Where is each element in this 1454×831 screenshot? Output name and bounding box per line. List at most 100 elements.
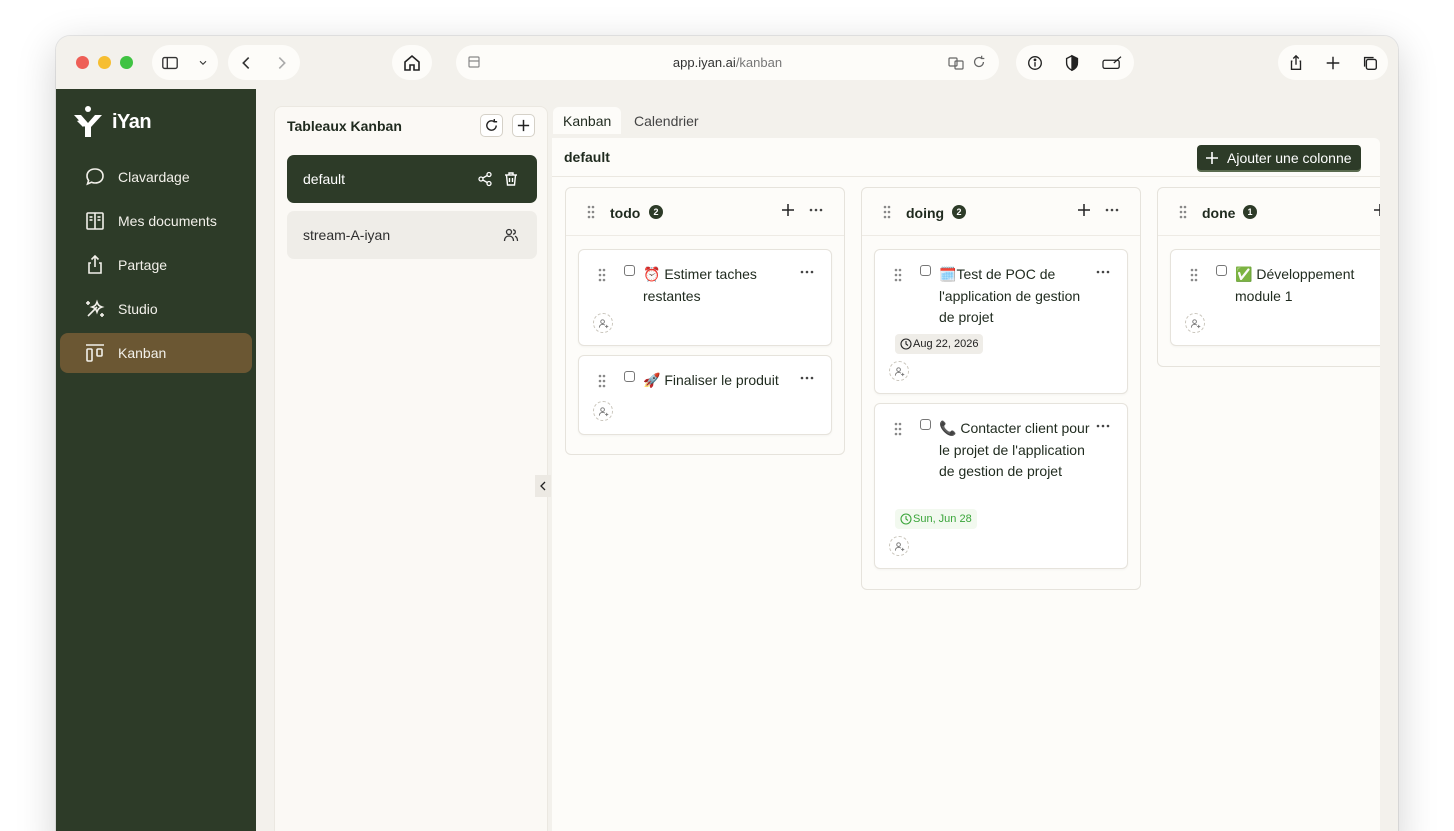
column-count-badge: 2	[952, 205, 966, 219]
keyboard-pen-icon[interactable]	[1100, 54, 1124, 72]
drag-handle-icon[interactable]	[893, 267, 903, 283]
add-user-icon	[894, 366, 904, 376]
share-nodes-icon[interactable]	[477, 171, 493, 187]
back-arrow-icon[interactable]	[237, 54, 255, 72]
sidebar-item-partage[interactable]: Partage	[60, 245, 252, 285]
card-checkbox[interactable]	[920, 265, 931, 276]
column-title: todo	[610, 205, 641, 221]
column-count-badge: 2	[649, 205, 663, 219]
add-card-icon[interactable]	[780, 202, 796, 218]
app-logo[interactable]: iYan	[72, 105, 152, 139]
drag-handle-icon[interactable]	[882, 204, 892, 220]
more-options-icon[interactable]	[1104, 202, 1120, 218]
chevron-left-icon[interactable]	[535, 475, 551, 497]
drag-handle-icon[interactable]	[893, 421, 903, 437]
add-board-button[interactable]	[512, 114, 535, 137]
url-text: app.iyan.ai/kanban	[672, 55, 783, 70]
add-card-icon[interactable]	[1372, 202, 1380, 218]
card-checkbox[interactable]	[624, 265, 635, 276]
info-icon[interactable]	[1026, 54, 1044, 72]
home-button[interactable]	[392, 45, 432, 80]
more-options-icon[interactable]	[808, 202, 824, 218]
window-actions	[1278, 45, 1388, 80]
drag-handle-icon[interactable]	[597, 267, 607, 283]
minimize-window-button[interactable]	[98, 56, 111, 69]
card-more-icon[interactable]	[799, 370, 815, 386]
extension-group	[1016, 45, 1134, 80]
magic-wand-icon	[86, 299, 105, 317]
due-date-badge[interactable]: Aug 22, 2026	[895, 334, 984, 354]
column-header: done 1	[1158, 188, 1380, 236]
nav-buttons	[228, 45, 300, 80]
sidebar-toggle-icon[interactable]	[161, 54, 179, 72]
card-more-icon[interactable]	[1095, 264, 1111, 280]
users-icon[interactable]	[503, 227, 519, 243]
maximize-window-button[interactable]	[120, 56, 133, 69]
new-tab-icon[interactable]	[1324, 54, 1342, 72]
browser-window: app.iyan.ai/kanban iYan Clavardage Mes d…	[56, 36, 1398, 831]
due-date-badge[interactable]: Sun, Jun 28	[895, 509, 977, 529]
address-bar[interactable]: app.iyan.ai/kanban	[456, 45, 999, 80]
sidebar-toggle-group[interactable]	[152, 45, 218, 80]
clock-icon	[900, 513, 912, 525]
drag-handle-icon[interactable]	[1189, 267, 1199, 283]
kanban-card[interactable]: ✅ Développement module 1	[1170, 249, 1380, 346]
card-more-icon[interactable]	[799, 264, 815, 280]
card-title: ✅ Développement module 1	[1235, 266, 1355, 304]
assign-user-button[interactable]	[889, 536, 909, 556]
card-checkbox[interactable]	[624, 371, 635, 382]
kanban-card[interactable]: 📞 Contacter client pour le projet de l'a…	[874, 403, 1128, 569]
kanban-column-doing: doing 2 🗓️Test de POC de l'application d…	[861, 187, 1141, 590]
kanban-card[interactable]: ⏰ Estimer taches restantes	[578, 249, 832, 346]
add-user-icon	[598, 406, 608, 416]
sidebar-item-mes-documents[interactable]: Mes documents	[60, 201, 252, 241]
browser-toolbar: app.iyan.ai/kanban	[56, 36, 1398, 89]
close-window-button[interactable]	[76, 56, 89, 69]
card-checkbox[interactable]	[920, 419, 931, 430]
board-item-stream-a-iyan[interactable]: stream-A-iyan	[287, 211, 537, 259]
card-title: 🚀 Finaliser le produit	[643, 372, 779, 389]
home-icon	[404, 54, 420, 71]
kanban-icon	[86, 344, 104, 362]
reload-icon[interactable]	[971, 54, 987, 70]
assign-user-button[interactable]	[593, 401, 613, 421]
column-header: doing 2	[862, 188, 1140, 236]
forward-arrow-icon[interactable]	[273, 54, 291, 72]
column-title: done	[1202, 205, 1236, 221]
drag-handle-icon[interactable]	[1178, 204, 1188, 220]
board-item-default[interactable]: default	[287, 155, 537, 203]
card-checkbox[interactable]	[1216, 265, 1227, 276]
tabs-overview-icon[interactable]	[1361, 54, 1379, 72]
add-column-button[interactable]: Ajouter une colonne	[1197, 145, 1361, 170]
app-sidebar: iYan Clavardage Mes documents Partage St…	[56, 89, 256, 831]
kanban-card[interactable]: 🚀 Finaliser le produit	[578, 355, 832, 435]
refresh-boards-button[interactable]	[480, 114, 503, 137]
sidebar-item-studio[interactable]: Studio	[60, 289, 252, 329]
card-title: 📞 Contacter client pour le projet de l'a…	[939, 420, 1090, 479]
chat-bubble-icon	[86, 168, 104, 186]
iyan-logo-icon	[74, 106, 102, 137]
shield-icon[interactable]	[1063, 54, 1081, 72]
tab-calendrier[interactable]: Calendrier	[624, 107, 709, 134]
tab-kanban[interactable]: Kanban	[553, 107, 622, 134]
share-icon	[88, 254, 102, 274]
translate-icon[interactable]	[947, 54, 965, 72]
chevron-down-icon[interactable]	[197, 57, 209, 69]
sidebar-item-kanban[interactable]: Kanban	[60, 333, 252, 373]
drag-handle-icon[interactable]	[586, 204, 596, 220]
refresh-icon	[486, 118, 498, 131]
share-icon[interactable]	[1287, 54, 1305, 72]
divider	[552, 176, 1380, 177]
kanban-card[interactable]: 🗓️Test de POC de l'application de gestio…	[874, 249, 1128, 394]
assign-user-button[interactable]	[889, 361, 909, 381]
assign-user-button[interactable]	[593, 313, 613, 333]
add-user-icon	[598, 318, 608, 328]
add-card-icon[interactable]	[1076, 202, 1092, 218]
card-more-icon[interactable]	[1095, 418, 1111, 434]
clock-icon	[900, 338, 912, 350]
sidebar-item-clavardage[interactable]: Clavardage	[60, 157, 252, 197]
trash-icon[interactable]	[503, 171, 519, 187]
assign-user-button[interactable]	[1185, 313, 1205, 333]
column-header: todo 2	[566, 188, 844, 236]
drag-handle-icon[interactable]	[597, 373, 607, 389]
